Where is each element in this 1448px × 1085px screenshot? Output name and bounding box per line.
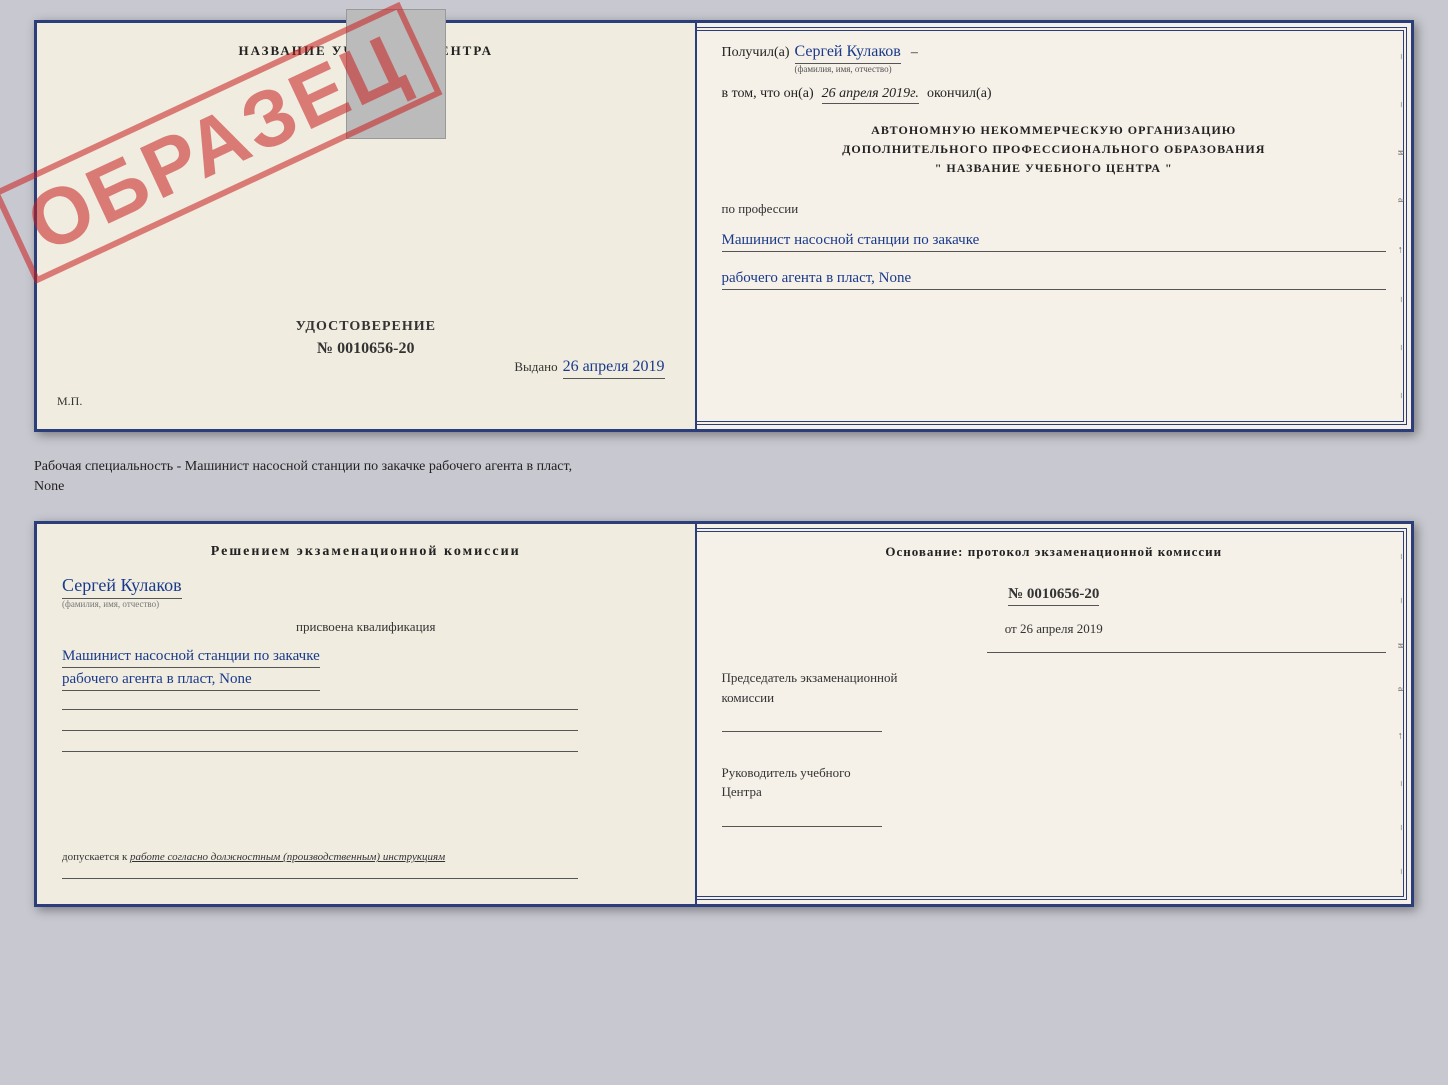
mark-i: и (1395, 150, 1406, 155)
mp-label: М.П. (57, 394, 82, 409)
okonchil-label: окончил(а) (927, 86, 992, 102)
profession-line2: рабочего агента в пласт, None (722, 270, 1386, 290)
bmark-i: и (1395, 643, 1406, 648)
divider-right1 (987, 652, 1386, 653)
prisvoyena-text: присвоена квалификация (62, 619, 670, 635)
bmark1: – (1395, 554, 1406, 559)
predsedatel-label: Председатель экзаменационной (722, 668, 1386, 688)
between-text2: None (34, 477, 1414, 497)
recipient-name: Сергей Кулаков (795, 43, 901, 64)
photo-placeholder (346, 9, 446, 139)
ot-label: от (1005, 621, 1017, 636)
osnovaniye-text: Основание: протокол экзаменационной коми… (722, 544, 1386, 560)
mark6: – (1395, 393, 1406, 398)
rukovoditel-signature (722, 807, 882, 827)
predsedatel-signature (722, 712, 882, 732)
bmark4: – (1395, 781, 1406, 786)
protocol-number-block: № 0010656-20 (722, 585, 1386, 606)
vydano-label: Выдано (514, 359, 557, 375)
top-document: НАЗВАНИЕ УЧЕБНОГО ЦЕНТРА ОБРАЗЕЦ УДОСТОВ… (34, 20, 1414, 432)
komissia-label: комиссии (722, 688, 1386, 708)
person-sub: (фамилия, имя, отчество) (62, 599, 159, 609)
poluchil-label: Получил(а) (722, 45, 790, 61)
predsedatel-block: Председатель экзаменационной комиссии (722, 668, 1386, 738)
obrazec-stamp: ОБРАЗЕЦ (77, 53, 357, 233)
bmark-a: а (1395, 687, 1406, 691)
mark1: – (1395, 54, 1406, 59)
dopuskaetsya-label: допускается к (62, 851, 127, 863)
rukovoditel-block: Руководитель учебного Центра (722, 763, 1386, 833)
bmark5: – (1395, 825, 1406, 830)
profession-line1: Машинист насосной станции по закачке (722, 232, 1386, 252)
vydano-date: 26 апреля 2019 (563, 358, 665, 379)
bmark3: ← (1395, 731, 1406, 741)
rukovoditel-label: Руководитель учебного (722, 763, 1386, 783)
dopuskaetsya-block: допускается к работе согласно должностны… (62, 851, 445, 863)
bottom-document: Решением экзаменационной комиссии Сергей… (34, 521, 1414, 907)
qualification-line2: рабочего агента в пласт, None (62, 671, 320, 691)
poluchil-line: Получил(а) Сергей Кулаков (фамилия, имя,… (722, 43, 1386, 74)
divider2 (62, 730, 578, 731)
ot-date: 26 апреля 2019 (1020, 621, 1103, 636)
completion-date: 26 апреля 2019г. (822, 86, 919, 104)
bottom-right-sidebar-marks: – – и а ← – – – (1391, 524, 1411, 904)
top-left-panel: НАЗВАНИЕ УЧЕБНОГО ЦЕНТРА ОБРАЗЕЦ УДОСТОВ… (37, 23, 697, 429)
org-line3: " НАЗВАНИЕ УЧЕБНОГО ЦЕНТРА " (722, 159, 1386, 178)
po-professii-label: по профессии (722, 201, 1386, 217)
between-label: Рабочая специальность - Машинист насосно… (34, 452, 1414, 501)
divider4 (62, 878, 578, 879)
org-line1: АВТОНОМНУЮ НЕКОММЕРЧЕСКУЮ ОРГАНИЗАЦИЮ (722, 121, 1386, 140)
bottom-left-panel: Решением экзаменационной комиссии Сергей… (37, 524, 697, 904)
vtom-label: в том, что он(а) (722, 86, 814, 102)
tsentra-label: Центра (722, 782, 1386, 802)
person-name: Сергей Кулаков (62, 575, 182, 599)
divider1 (62, 709, 578, 710)
top-right-panel: Получил(а) Сергей Кулаков (фамилия, имя,… (697, 23, 1411, 429)
resheniem-text: Решением экзаменационной комиссии (62, 544, 670, 560)
bmark6: – (1395, 869, 1406, 874)
mark2: – (1395, 102, 1406, 107)
qualification-block: Машинист насосной станции по закачке раб… (62, 645, 320, 694)
org-line2: ДОПОЛНИТЕЛЬНОГО ПРОФЕССИОНАЛЬНОГО ОБРАЗО… (722, 140, 1386, 159)
dopusk-text: работе согласно должностным (производств… (130, 851, 445, 863)
person-block: Сергей Кулаков (фамилия, имя, отчество) (62, 575, 182, 609)
mark5: – (1395, 345, 1406, 350)
ot-date-line: от 26 апреля 2019 (722, 621, 1386, 637)
recipient-sub: (фамилия, имя, отчество) (795, 64, 892, 74)
between-text1: Рабочая специальность - Машинист насосно… (34, 457, 1414, 477)
qualification-line1: Машинист насосной станции по закачке (62, 648, 320, 668)
mark-a: а (1395, 198, 1406, 202)
udostoverenie-label: УДОСТОВЕРЕНИЕ (296, 319, 436, 335)
protocol-number: № 0010656-20 (1008, 586, 1099, 606)
vydano-section: Выдано 26 апреля 2019 (57, 358, 675, 389)
divider3 (62, 751, 578, 752)
recipient-name-block: Сергей Кулаков (фамилия, имя, отчество) (795, 43, 901, 74)
right-sidebar-marks: – – и а ← – – – (1391, 23, 1411, 429)
dash1: – (911, 45, 918, 61)
mark4: – (1395, 297, 1406, 302)
org-block: АВТОНОМНУЮ НЕКОММЕРЧЕСКУЮ ОРГАНИЗАЦИЮ ДО… (722, 121, 1386, 179)
vtom-line: в том, что он(а) 26 апреля 2019г. окончи… (722, 86, 1386, 104)
document-number: № 0010656-20 (317, 340, 414, 358)
mark3: ← (1395, 245, 1406, 255)
bottom-right-panel: Основание: протокол экзаменационной коми… (697, 524, 1411, 904)
bmark2: – (1395, 598, 1406, 603)
